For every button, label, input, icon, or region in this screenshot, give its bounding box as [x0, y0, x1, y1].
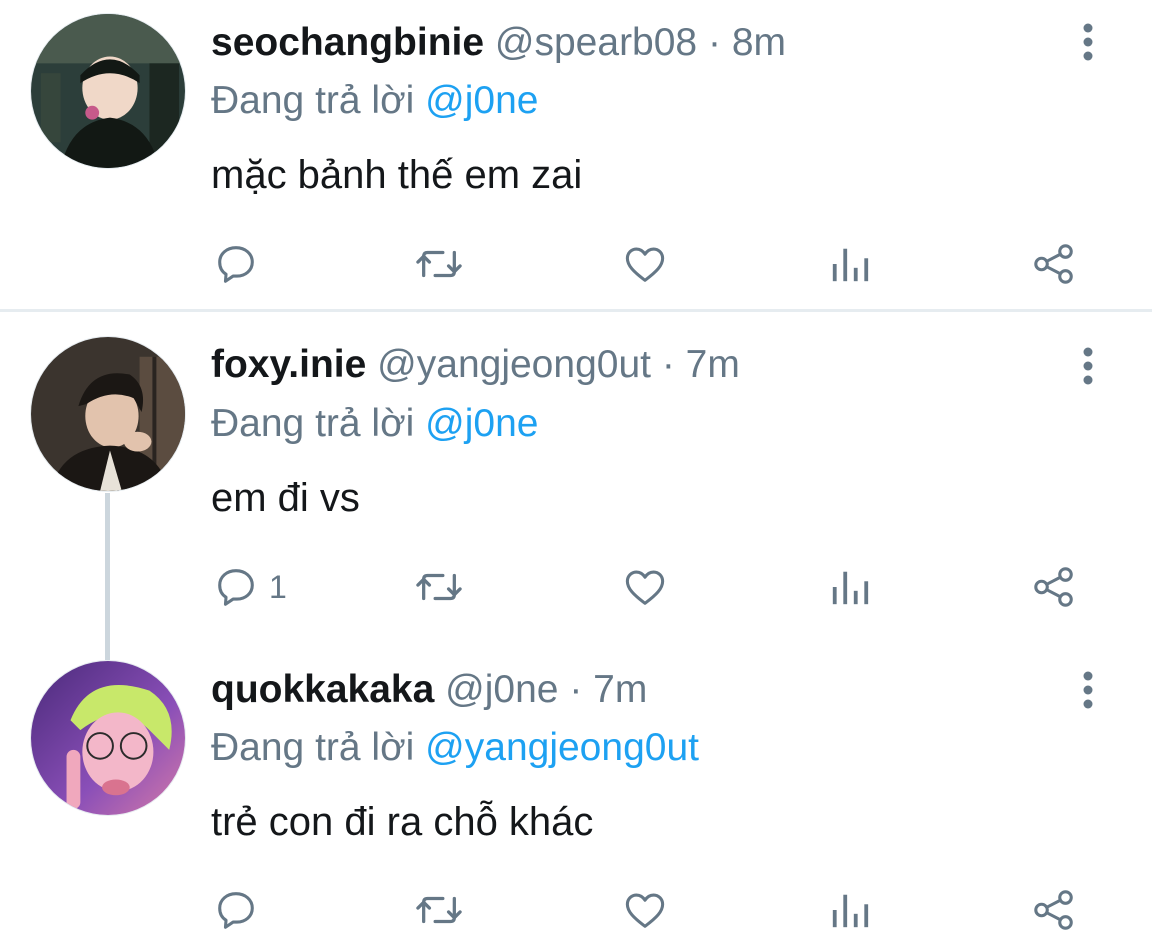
more-options-button[interactable] — [1070, 668, 1106, 712]
retweet-icon — [416, 573, 462, 601]
avatar[interactable] — [30, 336, 186, 492]
tweet-header: seochangbinie @spearb08 · 8m — [211, 20, 786, 66]
share-icon — [1034, 567, 1073, 607]
timestamp[interactable]: 7m — [686, 343, 740, 386]
analytics-icon — [832, 894, 869, 928]
replying-to: Đang trả lời @j0ne — [211, 78, 539, 124]
tweet-header: quokkakaka @j0ne · 7m — [211, 667, 647, 713]
avatar-image — [31, 661, 185, 815]
retweet-button[interactable] — [413, 880, 465, 940]
tweet-text: mặc bảnh thế em zai — [211, 153, 583, 197]
heart-icon — [625, 893, 665, 928]
handle[interactable]: @j0ne — [445, 668, 558, 711]
reply-mention-link[interactable]: @yangjeong0ut — [425, 726, 699, 769]
tweet-actions — [0, 234, 1152, 294]
more-vertical-icon — [1083, 23, 1093, 61]
tweet[interactable]: foxy.inie @yangjeong0ut · 7m Đang trả lờ… — [0, 312, 1152, 642]
reply-mention-link[interactable]: @j0ne — [425, 79, 538, 122]
avatar-image — [31, 14, 185, 168]
reply-prefix: Đang trả lời — [211, 79, 415, 122]
tweet[interactable]: quokkakaka @j0ne · 7m Đang trả lời @yang… — [0, 642, 1152, 944]
handle[interactable]: @spearb08 — [495, 21, 697, 64]
reply-icon — [218, 892, 254, 929]
timestamp[interactable]: 8m — [732, 21, 786, 64]
display-name[interactable]: seochangbinie — [211, 21, 484, 64]
replying-to: Đang trả lời @yangjeong0ut — [211, 725, 699, 771]
display-name[interactable]: foxy.inie — [211, 343, 366, 386]
like-button[interactable] — [622, 880, 668, 940]
reply-button[interactable] — [213, 234, 269, 294]
heart-icon — [625, 570, 665, 605]
like-button[interactable] — [622, 557, 668, 617]
handle[interactable]: @yangjeong0ut — [377, 343, 651, 386]
like-button[interactable] — [622, 234, 668, 294]
reply-button[interactable] — [213, 880, 269, 940]
share-button[interactable] — [1030, 880, 1078, 940]
analytics-button[interactable] — [829, 234, 871, 294]
analytics-icon — [832, 571, 869, 605]
heart-icon — [625, 247, 665, 282]
avatar-image — [31, 337, 185, 491]
separator: · — [569, 668, 583, 711]
retweet-button[interactable] — [413, 234, 465, 294]
more-vertical-icon — [1083, 347, 1093, 385]
avatar[interactable] — [30, 13, 186, 169]
tweet-text: trẻ con đi ra chỗ khác — [211, 800, 594, 844]
more-vertical-icon — [1083, 671, 1093, 709]
share-button[interactable] — [1030, 234, 1078, 294]
retweet-icon — [416, 896, 462, 924]
share-icon — [1034, 890, 1073, 930]
tweet-actions — [0, 880, 1152, 940]
replying-to: Đang trả lời @j0ne — [211, 401, 539, 447]
analytics-button[interactable] — [829, 880, 871, 940]
retweet-button[interactable] — [413, 557, 465, 617]
analytics-button[interactable] — [829, 557, 871, 617]
reply-button[interactable]: 1 — [213, 557, 287, 617]
avatar[interactable] — [30, 660, 186, 816]
reply-count: 1 — [269, 568, 287, 605]
analytics-icon — [832, 248, 869, 282]
tweet-text: em đi vs — [211, 476, 360, 520]
reply-prefix: Đang trả lời — [211, 402, 415, 445]
retweet-icon — [416, 250, 462, 278]
share-button[interactable] — [1030, 557, 1078, 617]
reply-icon — [218, 569, 254, 606]
display-name[interactable]: quokkakaka — [211, 668, 434, 711]
more-options-button[interactable] — [1070, 20, 1106, 64]
more-options-button[interactable] — [1070, 344, 1106, 388]
separator: · — [661, 343, 675, 386]
reply-mention-link[interactable]: @j0ne — [425, 402, 538, 445]
separator: · — [707, 21, 721, 64]
share-icon — [1034, 244, 1073, 284]
reply-icon — [218, 246, 254, 283]
reply-prefix: Đang trả lời — [211, 726, 415, 769]
tweet-actions: 1 — [0, 557, 1152, 617]
timestamp[interactable]: 7m — [593, 668, 647, 711]
tweet-header: foxy.inie @yangjeong0ut · 7m — [211, 342, 740, 388]
tweet[interactable]: seochangbinie @spearb08 · 8m Đang trả lờ… — [0, 0, 1152, 310]
